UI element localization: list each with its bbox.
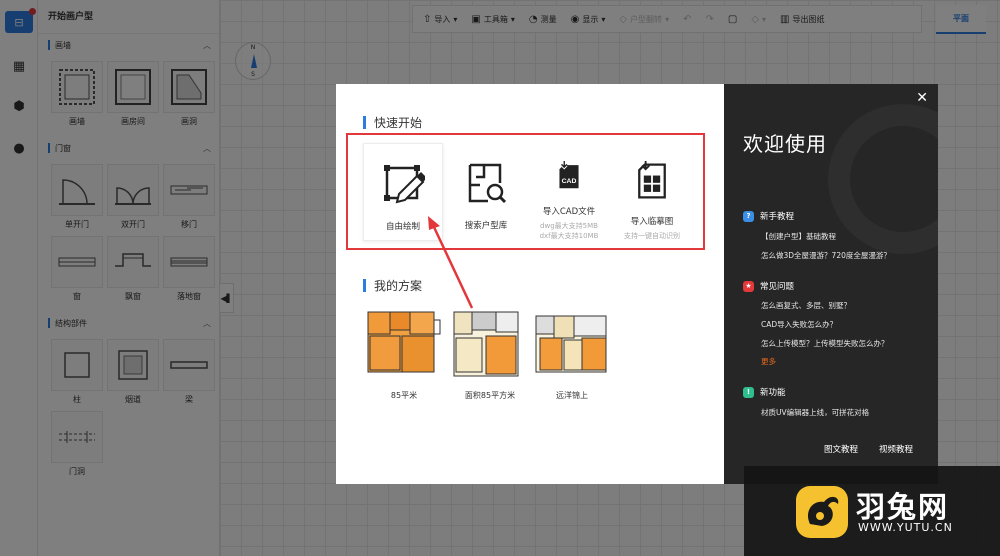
question-icon: ?: [743, 210, 754, 222]
bulb-icon: !: [743, 386, 754, 398]
section-title: 我的方案: [374, 278, 423, 293]
video-tutorial-link[interactable]: 视频教程: [879, 443, 913, 455]
modal-right-pane: ✕ 欢迎使用 ? 新手教程 【创建户型】基础教程 怎么做3D全屋漫游？720度全屋…: [724, 84, 938, 484]
welcome-title: 欢迎使用: [743, 132, 827, 156]
feature-link[interactable]: 材质UV编辑器上线，可拼花对格: [761, 407, 869, 418]
faq-section: ★ 常见问题: [743, 280, 794, 292]
trace-image-icon: [638, 161, 666, 199]
welcome-modal: 快速开始 自由绘制 搜索户型库 CAD 导入CAD文件 dwg最大支持5MB d…: [336, 84, 938, 484]
section-title: 新手教程: [760, 212, 795, 222]
plan-label: 远洋锦上: [556, 391, 588, 400]
close-icon[interactable]: ✕: [916, 90, 928, 106]
faq-link[interactable]: CAD导入失败怎么办？: [761, 319, 837, 330]
watermark: 羽兔网 WWW.YUTU.CN: [744, 466, 1000, 556]
watermark-name: 羽兔网: [856, 490, 950, 524]
plan-thumbnail[interactable]: [450, 306, 530, 386]
section-title: 快速开始: [374, 115, 423, 130]
modal-left-pane: 快速开始 自由绘制 搜索户型库 CAD 导入CAD文件 dwg最大支持5MB d…: [336, 84, 724, 484]
free-draw-card[interactable]: 自由绘制: [363, 143, 443, 241]
tutorial-section: ? 新手教程: [743, 210, 794, 222]
plan-thumbnail[interactable]: [364, 306, 444, 386]
faq-link[interactable]: 怎么上传模型？上传模型失败怎么办？: [761, 338, 889, 349]
new-feature-section: ! 新功能: [743, 386, 786, 398]
rabbit-logo-icon: [796, 486, 848, 538]
star-icon: ★: [743, 280, 754, 292]
search-floorplan-card[interactable]: 搜索户型库: [446, 143, 526, 241]
cad-file-icon: CAD: [559, 161, 579, 189]
card-label: 导入临摹图: [630, 217, 674, 227]
card-label: 导入CAD文件: [542, 207, 596, 217]
floorplan-search-icon: [468, 163, 507, 204]
card-label: 自由绘制: [385, 222, 420, 232]
graphic-tutorial-link[interactable]: 图文教程: [824, 443, 858, 455]
plan-thumbnail[interactable]: [532, 306, 612, 386]
more-link[interactable]: 更多: [761, 356, 776, 367]
watermark-url: WWW.YUTU.CN: [858, 521, 953, 534]
section-title: 新功能: [760, 388, 786, 398]
pencil-draw-icon: [384, 165, 425, 204]
import-trace-card[interactable]: 导入临摹图 支持一键自动识别: [612, 143, 692, 241]
card-sublabel: 支持一键自动识别: [624, 232, 680, 240]
quick-start-title: 快速开始: [363, 114, 422, 130]
card-sublabel: dwg最大支持5MB dxf最大支持10MB: [539, 222, 599, 240]
card-label: 搜索户型库: [464, 221, 508, 231]
my-plans-title: 我的方案: [363, 277, 422, 293]
decorative-ring: [828, 104, 938, 254]
svg-text:CAD: CAD: [562, 178, 577, 185]
import-cad-card[interactable]: CAD 导入CAD文件 dwg最大支持5MB dxf最大支持10MB: [529, 143, 609, 241]
section-title: 常见问题: [760, 282, 795, 292]
plan-label: 85平米: [390, 391, 418, 400]
plan-label: 面积85平方米: [464, 391, 516, 400]
tutorial-link[interactable]: 怎么做3D全屋漫游？720度全屋漫游？: [761, 250, 891, 261]
faq-link[interactable]: 怎么画复式、多层、别墅？: [761, 300, 851, 311]
tutorial-link[interactable]: 【创建户型】基础教程: [761, 231, 836, 242]
